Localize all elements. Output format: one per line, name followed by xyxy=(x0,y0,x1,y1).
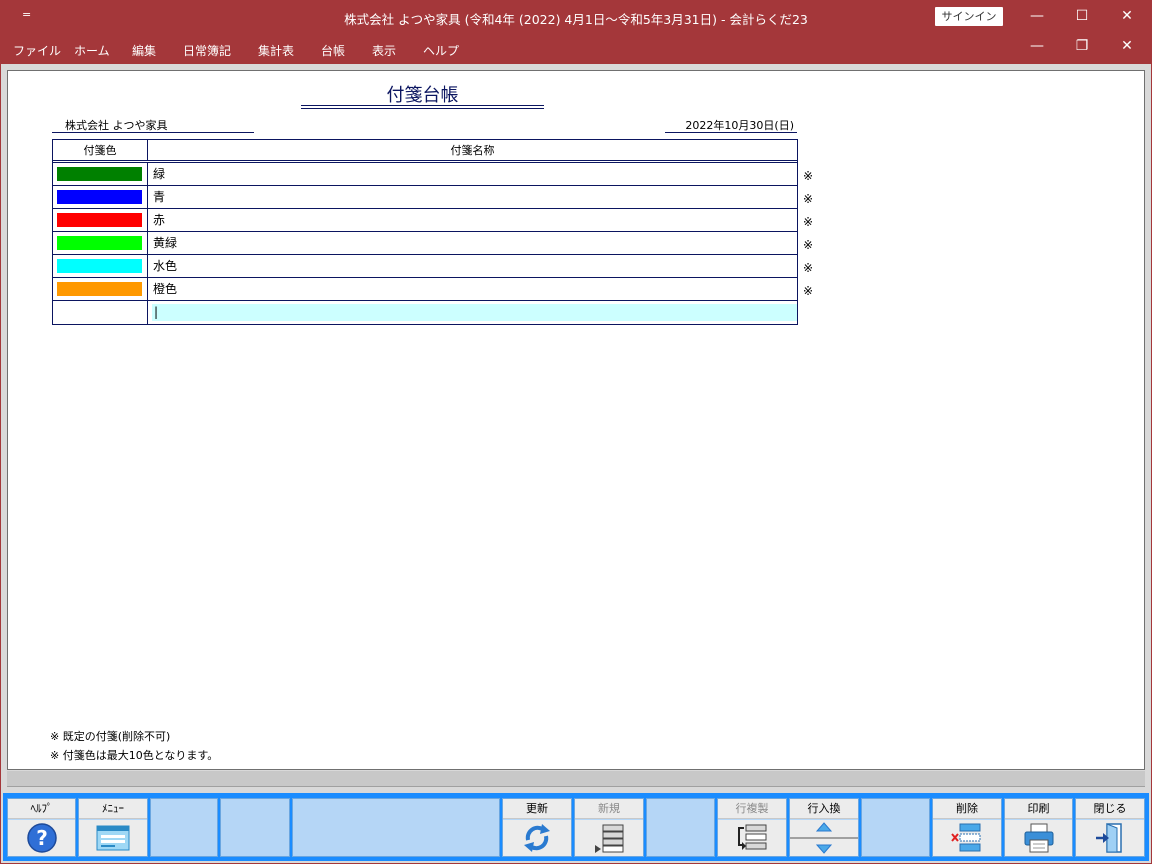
default-mark: ※ xyxy=(803,238,814,252)
default-mark: ※ xyxy=(803,192,814,206)
menu-daily-bookkeeping[interactable]: 日常簿記 xyxy=(183,42,231,59)
help-button[interactable]: ﾍﾙﾌﾟ ? xyxy=(7,798,76,857)
refresh-icon xyxy=(503,820,571,856)
company-name: 株式会社 よつや家具 xyxy=(52,117,254,133)
sticky-note-table: 付箋色 付箋名称 緑 青 赤 黄緑 水色 橙色 | xyxy=(52,139,798,325)
document-date: 2022年10月30日(日) xyxy=(665,117,797,133)
color-swatch xyxy=(57,282,142,296)
maximize-button[interactable]: ☐ xyxy=(1059,0,1105,32)
default-mark: ※ xyxy=(803,261,814,275)
doc-minimize-button[interactable]: — xyxy=(1014,38,1060,54)
color-swatch xyxy=(57,167,142,181)
close-button-label: 閉じる xyxy=(1076,799,1144,819)
table-row[interactable]: 黄緑 xyxy=(53,232,797,255)
update-button[interactable]: 更新 xyxy=(502,798,572,857)
menu-bar: ファイル ホーム 編集 日常簿記 集計表 台帳 表示 ヘルプ — ❐ ✕ xyxy=(0,34,1152,64)
help-button-label: ﾍﾙﾌﾟ xyxy=(8,799,75,819)
color-cell-empty[interactable] xyxy=(53,301,148,324)
delete-row-icon xyxy=(933,820,1001,856)
color-swatch xyxy=(57,236,142,250)
name-cell[interactable]: 橙色 xyxy=(148,278,797,300)
new-button[interactable]: 新規 xyxy=(574,798,644,857)
color-swatch xyxy=(57,259,142,273)
name-cell[interactable]: 水色 xyxy=(148,255,797,277)
footnote-default: ※ 既定の付箋(削除不可) xyxy=(50,730,171,743)
column-header-name: 付箋名称 xyxy=(450,144,495,157)
menu-view[interactable]: 表示 xyxy=(372,42,396,59)
menu-icon xyxy=(79,820,147,856)
title-bar: = 株式会社 よつや家具 (令和4年 (2022) 4月1日～令和5年3月31日… xyxy=(0,0,1152,34)
swap-row-button-label: 行入換 xyxy=(790,799,858,819)
copy-row-button[interactable]: 行複製 xyxy=(717,798,787,857)
minimize-button[interactable]: — xyxy=(1014,0,1060,32)
color-cell[interactable] xyxy=(53,278,148,300)
function-key-bar: ﾍﾙﾌﾟ ? ﾒﾆｭｰ 更新 新規 行複製 行入換 削除 印刷 閉じる xyxy=(3,793,1149,861)
name-cell[interactable]: 黄緑 xyxy=(148,232,797,254)
menu-ledger[interactable]: 台帳 xyxy=(321,42,345,59)
menu-edit[interactable]: 編集 xyxy=(132,42,156,59)
help-icon: ? xyxy=(8,820,75,856)
ledger-sheet: 付箋台帳 株式会社 よつや家具 2022年10月30日(日) 付箋色 付箋名称 … xyxy=(7,70,1145,770)
copy-row-button-label: 行複製 xyxy=(718,799,786,819)
swap-row-button[interactable]: 行入換 xyxy=(789,798,859,857)
default-mark: ※ xyxy=(803,169,814,183)
default-mark: ※ xyxy=(803,284,814,298)
empty-fkey xyxy=(292,798,500,857)
color-cell[interactable] xyxy=(53,232,148,254)
delete-button-label: 削除 xyxy=(933,799,1001,819)
table-row[interactable]: 橙色 xyxy=(53,278,797,301)
menu-help[interactable]: ヘルプ xyxy=(423,42,459,59)
close-button[interactable]: 閉じる xyxy=(1075,798,1145,857)
footnotes: ※ 既定の付箋(削除不可) ※ 付箋色は最大10色となります。 xyxy=(50,727,218,765)
exit-door-icon xyxy=(1076,820,1144,856)
color-cell[interactable] xyxy=(53,163,148,185)
table-header: 付箋色 付箋名称 xyxy=(53,140,797,163)
column-header-color: 付箋色 xyxy=(53,140,148,160)
print-button-label: 印刷 xyxy=(1005,799,1072,819)
menu-file[interactable]: ファイル xyxy=(13,42,61,59)
print-button[interactable]: 印刷 xyxy=(1004,798,1073,857)
page-title: 付箋台帳 xyxy=(386,85,459,106)
menu-summary[interactable]: 集計表 xyxy=(258,42,294,59)
svg-text:?: ? xyxy=(36,826,48,850)
name-cell[interactable]: 赤 xyxy=(148,209,797,231)
color-swatch xyxy=(57,213,142,227)
copy-row-icon xyxy=(718,820,786,856)
empty-fkey xyxy=(861,798,930,857)
delete-button[interactable]: 削除 xyxy=(932,798,1002,857)
doc-restore-button[interactable]: ❐ xyxy=(1059,38,1105,54)
default-mark: ※ xyxy=(803,215,814,229)
update-button-label: 更新 xyxy=(503,799,571,819)
color-swatch xyxy=(57,190,142,204)
name-input-active[interactable]: | xyxy=(152,304,797,321)
new-button-label: 新規 xyxy=(575,799,643,819)
title-underline xyxy=(301,105,544,109)
table-row[interactable]: 赤 xyxy=(53,209,797,232)
signin-button[interactable]: サインイン xyxy=(935,7,1003,26)
color-cell[interactable] xyxy=(53,255,148,277)
footnote-max-colors: ※ 付箋色は最大10色となります。 xyxy=(50,749,219,762)
table-row[interactable]: 青 xyxy=(53,186,797,209)
empty-fkey xyxy=(646,798,715,857)
name-cell[interactable]: 緑 xyxy=(148,163,797,185)
table-row-new[interactable]: | xyxy=(53,301,797,324)
swap-row-icon xyxy=(790,820,858,856)
table-row[interactable]: 緑 xyxy=(53,163,797,186)
color-cell[interactable] xyxy=(53,186,148,208)
menu-button-label: ﾒﾆｭｰ xyxy=(79,799,147,819)
printer-icon xyxy=(1005,820,1072,856)
empty-fkey xyxy=(150,798,218,857)
new-row-icon xyxy=(575,820,643,856)
empty-fkey xyxy=(220,798,290,857)
menu-home[interactable]: ホーム xyxy=(74,42,110,59)
name-cell[interactable]: 青 xyxy=(148,186,797,208)
table-row[interactable]: 水色 xyxy=(53,255,797,278)
close-window-button[interactable]: ✕ xyxy=(1104,0,1150,32)
menu-button[interactable]: ﾒﾆｭｰ xyxy=(78,798,148,857)
status-strip xyxy=(7,771,1145,787)
client-area: 付箋台帳 株式会社 よつや家具 2022年10月30日(日) 付箋色 付箋名称 … xyxy=(1,64,1151,863)
doc-close-button[interactable]: ✕ xyxy=(1104,38,1150,54)
color-cell[interactable] xyxy=(53,209,148,231)
